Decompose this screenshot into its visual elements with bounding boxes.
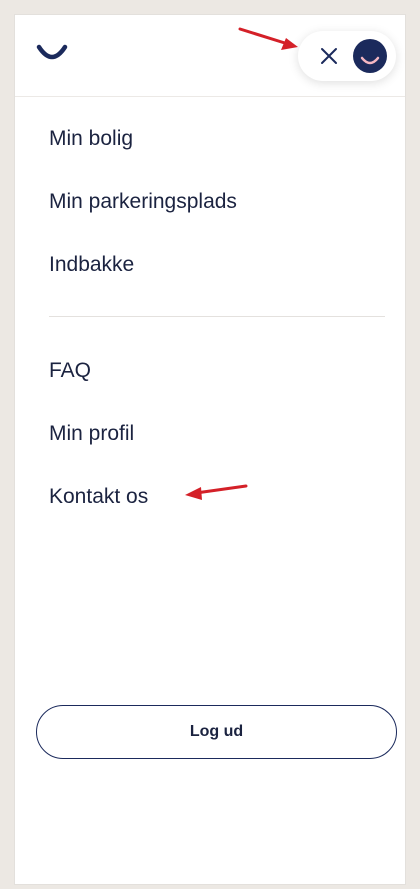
smile-logo-icon[interactable]	[36, 41, 68, 65]
nav-item-indbakke[interactable]: Indbakke	[49, 254, 237, 317]
nav-item-min-bolig[interactable]: Min bolig	[49, 128, 237, 191]
nav-item-min-parkeringsplads[interactable]: Min parkeringsplads	[49, 191, 237, 254]
close-menu-button[interactable]	[298, 31, 396, 81]
header	[15, 15, 405, 97]
smile-avatar-icon	[360, 56, 380, 65]
primary-nav: Min bolig Min parkeringsplads Indbakke	[49, 128, 237, 317]
avatar[interactable]	[353, 39, 387, 73]
close-icon[interactable]	[320, 47, 338, 65]
app-screen: Min bolig Min parkeringsplads Indbakke F…	[14, 14, 406, 885]
nav-divider	[49, 316, 385, 317]
nav-item-min-profil[interactable]: Min profil	[49, 423, 148, 486]
secondary-nav: FAQ Min profil Kontakt os	[49, 360, 148, 549]
logout-button[interactable]: Log ud	[36, 705, 397, 759]
nav-item-faq[interactable]: FAQ	[49, 360, 148, 423]
nav-item-kontakt-os[interactable]: Kontakt os	[49, 486, 148, 549]
